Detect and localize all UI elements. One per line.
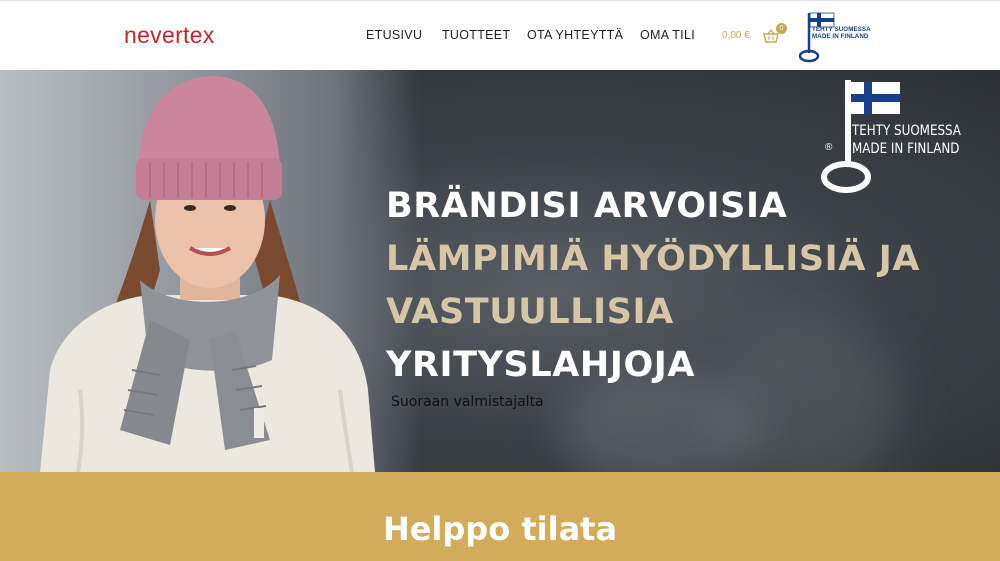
model-photo [40, 76, 375, 472]
hero-subheadline: Suoraan valmistajalta [391, 394, 544, 410]
cart-count-badge: 0 [776, 23, 787, 34]
cart-total[interactable]: 0,00 € [722, 30, 750, 41]
nav-item-ota-yhteytta[interactable]: OTA YHTEYTTÄ [527, 28, 623, 42]
badge-line-1: TEHTY SUOMESSA [852, 123, 961, 139]
section-title: Helppo tilata [382, 510, 618, 548]
bokeh-light [720, 320, 900, 472]
key-flag-badge-small: TEHTY SUOMESSA MADE IN FINLAND [798, 11, 871, 63]
hero-headline-line-2: LÄMPIMIÄ HYÖDYLLISIÄ JA [386, 239, 921, 279]
brand-logo[interactable]: nevertex [124, 22, 215, 49]
order-info-section: Helppo tilata [0, 472, 1000, 561]
badge-line-2: MADE IN FINLAND [852, 141, 960, 157]
nav-item-tuotteet[interactable]: TUOTTEET [442, 28, 510, 42]
key-flag-badge-large: ® TEHTY SUOMESSA MADE IN FINLAND [820, 78, 970, 194]
hero-banner: BRÄNDISI ARVOISIA LÄMPIMIÄ HYÖDYLLISIÄ J… [0, 70, 1000, 472]
hero-headline-line-3: VASTUULLISIA [386, 292, 674, 332]
site-header: nevertex ETUSIVU TUOTTEET OTA YHTEYTTÄ O… [0, 0, 1000, 70]
logo-text: nevertex [124, 22, 215, 48]
registered-mark: ® [825, 142, 833, 153]
nav-item-oma-tili[interactable]: OMA TILI [640, 28, 695, 42]
hero-headline-line-1: BRÄNDISI ARVOISIA [386, 186, 788, 226]
badge-line-1: TEHTY SUOMESSA [812, 26, 871, 33]
badge-line-2: MADE IN FINLAND [812, 33, 869, 40]
hero-headline-line-4: YRITYSLAHJOJA [386, 345, 696, 385]
nav-item-etusivu[interactable]: ETUSIVU [366, 28, 422, 42]
